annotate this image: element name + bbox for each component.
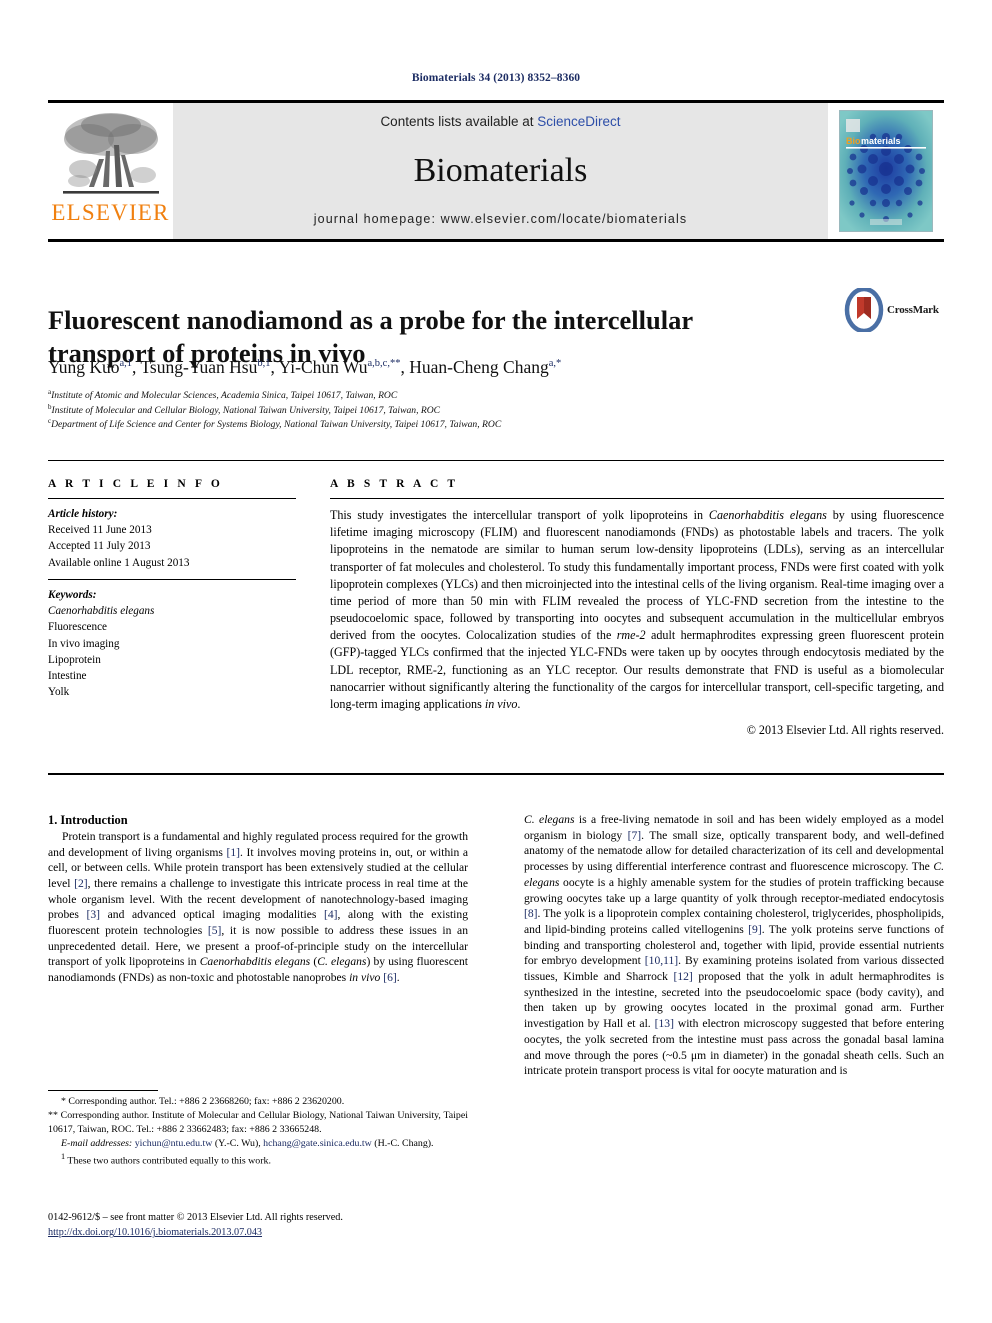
svg-text:materials: materials bbox=[861, 136, 901, 146]
author-item: Yi-Chun Wua,b,c,** bbox=[279, 357, 401, 377]
introduction-paragraph: Protein transport is a fundamental and h… bbox=[48, 829, 469, 985]
footnote-equal-contribution: 1 These two authors contributed equally … bbox=[48, 1151, 468, 1168]
author-item: Tsung-Yuan Hsub,1 bbox=[140, 357, 270, 377]
affiliation-item: bInstitute of Molecular and Cellular Bio… bbox=[48, 403, 928, 419]
author-name: Huan-Cheng Chang bbox=[409, 357, 549, 377]
imprint-block: 0142-9612/$ – see front matter © 2013 El… bbox=[48, 1210, 478, 1241]
journal-masthead: ELSEVIER Contents lists available at Sci… bbox=[48, 100, 944, 242]
section-divider-bottom bbox=[48, 773, 944, 775]
abstract-heading: A B S T R A C T bbox=[330, 478, 459, 490]
footnote-rule bbox=[48, 1090, 158, 1091]
abstract-copyright: © 2013 Elsevier Ltd. All rights reserved… bbox=[746, 723, 944, 738]
sciencedirect-link[interactable]: ScienceDirect bbox=[537, 114, 620, 129]
front-matter-line: 0142-9612/$ – see front matter © 2013 El… bbox=[48, 1212, 343, 1223]
article-history-item: Received 11 June 2013 bbox=[48, 524, 152, 537]
author-name: Yi-Chun Wu bbox=[278, 357, 368, 377]
abstract-rule bbox=[330, 498, 944, 499]
email-owner-2: (H.-C. Chang). bbox=[374, 1138, 434, 1150]
running-head: Biomaterials 34 (2013) 8352–8360 bbox=[411, 72, 581, 84]
footnote-block: * Corresponding author. Tel.: +886 2 236… bbox=[48, 1090, 468, 1169]
affiliation-text: Institute of Molecular and Cellular Biol… bbox=[51, 404, 441, 416]
article-history-item: Accepted 11 July 2013 bbox=[48, 540, 151, 553]
affiliation-list: aInstitute of Atomic and Molecular Scien… bbox=[48, 388, 928, 433]
author-marks: a,* bbox=[548, 358, 562, 370]
author-separator: , bbox=[270, 357, 279, 377]
journal-article-page: Biomaterials 34 (2013) 8352–8360 ELSEVIE… bbox=[0, 0, 992, 1323]
journal-cover-thumbnail-icon: Bio materials bbox=[839, 110, 933, 232]
keyword-item: Lipoprotein bbox=[48, 653, 101, 666]
article-history-label: Article history: bbox=[48, 508, 118, 520]
abstract-text: This study investigates the intercellula… bbox=[330, 508, 945, 711]
keyword-item: Yolk bbox=[48, 686, 70, 699]
article-history-item: Available online 1 August 2013 bbox=[48, 556, 190, 569]
affiliation-item: aInstitute of Atomic and Molecular Scien… bbox=[48, 388, 928, 404]
journal-title: Biomaterials bbox=[413, 151, 588, 189]
author-name: Tsung-Yuan Hsu bbox=[140, 357, 258, 377]
journal-band: Contents lists available at ScienceDirec… bbox=[173, 103, 828, 239]
journal-homepage-link[interactable]: journal homepage: www.elsevier.com/locat… bbox=[314, 212, 687, 226]
crossmark-badge[interactable]: CrossMark bbox=[844, 287, 944, 333]
email-link-1[interactable]: yichun@ntu.edu.tw bbox=[135, 1138, 213, 1149]
article-history: Article history: Received 11 June 2013 A… bbox=[48, 506, 296, 571]
body-column-left: 1. Introduction Protein transport is a f… bbox=[48, 812, 468, 986]
keyword-item: Caenorhabditis elegans bbox=[48, 605, 155, 618]
author-marks: b,1 bbox=[257, 358, 271, 370]
author-list: Yung Kuoa,1, Tsung-Yuan Hsub,1, Yi-Chun … bbox=[48, 357, 928, 378]
author-item: Huan-Cheng Changa,* bbox=[409, 357, 561, 377]
contents-available-line: Contents lists available at ScienceDirec… bbox=[380, 114, 620, 129]
keyword-item: Fluorescence bbox=[48, 621, 108, 634]
author-name: Yung Kuo bbox=[48, 357, 120, 377]
keywords-block: Keywords: Caenorhabditis elegans Fluores… bbox=[48, 587, 296, 701]
article-info-heading: A R T I C L E I N F O bbox=[48, 478, 223, 490]
email-label: E-mail addresses: bbox=[61, 1138, 133, 1150]
footnote-equal-text: These two authors contributed equally to… bbox=[67, 1155, 271, 1167]
author-item: Yung Kuoa,1 bbox=[48, 357, 132, 377]
crossmark-label: CrossMark bbox=[887, 304, 939, 316]
footnote-mark: 1 bbox=[61, 1152, 66, 1162]
keywords-label: Keywords: bbox=[48, 588, 97, 601]
contents-prefix: Contents lists available at bbox=[380, 114, 538, 129]
crossmark-icon bbox=[844, 288, 884, 332]
svg-text:Bio: Bio bbox=[846, 136, 861, 146]
article-info-rule bbox=[48, 498, 296, 499]
author-separator: , bbox=[400, 357, 410, 377]
journal-cover-block: Bio materials bbox=[828, 103, 944, 239]
body-column-right: C. elegans is a free-living nematode in … bbox=[524, 812, 944, 1079]
email-link-2[interactable]: hchang@gate.sinica.edu.tw bbox=[263, 1138, 372, 1149]
email-owner-1: (Y.-C. Wu), bbox=[214, 1138, 261, 1150]
keywords-rule bbox=[48, 578, 296, 580]
footnote-corresponding-1: * Corresponding author. Tel.: +886 2 236… bbox=[61, 1096, 345, 1107]
keyword-item: In vivo imaging bbox=[48, 637, 120, 650]
footnote-corresponding-2: ** Corresponding author. Institute of Mo… bbox=[48, 1110, 468, 1136]
elsevier-wordmark: ELSEVIER bbox=[51, 200, 170, 225]
section-divider-top bbox=[48, 460, 944, 461]
author-marks: a,b,c,** bbox=[367, 358, 401, 370]
introduction-heading: 1. Introduction bbox=[48, 813, 128, 827]
elsevier-tree-icon bbox=[62, 113, 159, 194]
footnote-emails: E-mail addresses: yichun@ntu.edu.tw (Y.-… bbox=[48, 1137, 468, 1151]
introduction-paragraph-continued: C. elegans is a free-living nematode in … bbox=[524, 813, 945, 1078]
keyword-item: Intestine bbox=[48, 670, 87, 683]
affiliation-item: cDepartment of Life Science and Center f… bbox=[48, 417, 928, 433]
elsevier-logo: ELSEVIER bbox=[48, 103, 173, 239]
affiliation-text: Department of Life Science and Center fo… bbox=[51, 419, 502, 431]
article-info-block: A R T I C L E I N F O Article history: R… bbox=[48, 478, 296, 701]
author-marks: a,1 bbox=[119, 358, 133, 370]
affiliation-text: Institute of Atomic and Molecular Scienc… bbox=[51, 390, 398, 401]
doi-link[interactable]: http://dx.doi.org/10.1016/j.biomaterials… bbox=[48, 1225, 478, 1240]
abstract-block: A B S T R A C T This study investigates … bbox=[330, 478, 944, 738]
